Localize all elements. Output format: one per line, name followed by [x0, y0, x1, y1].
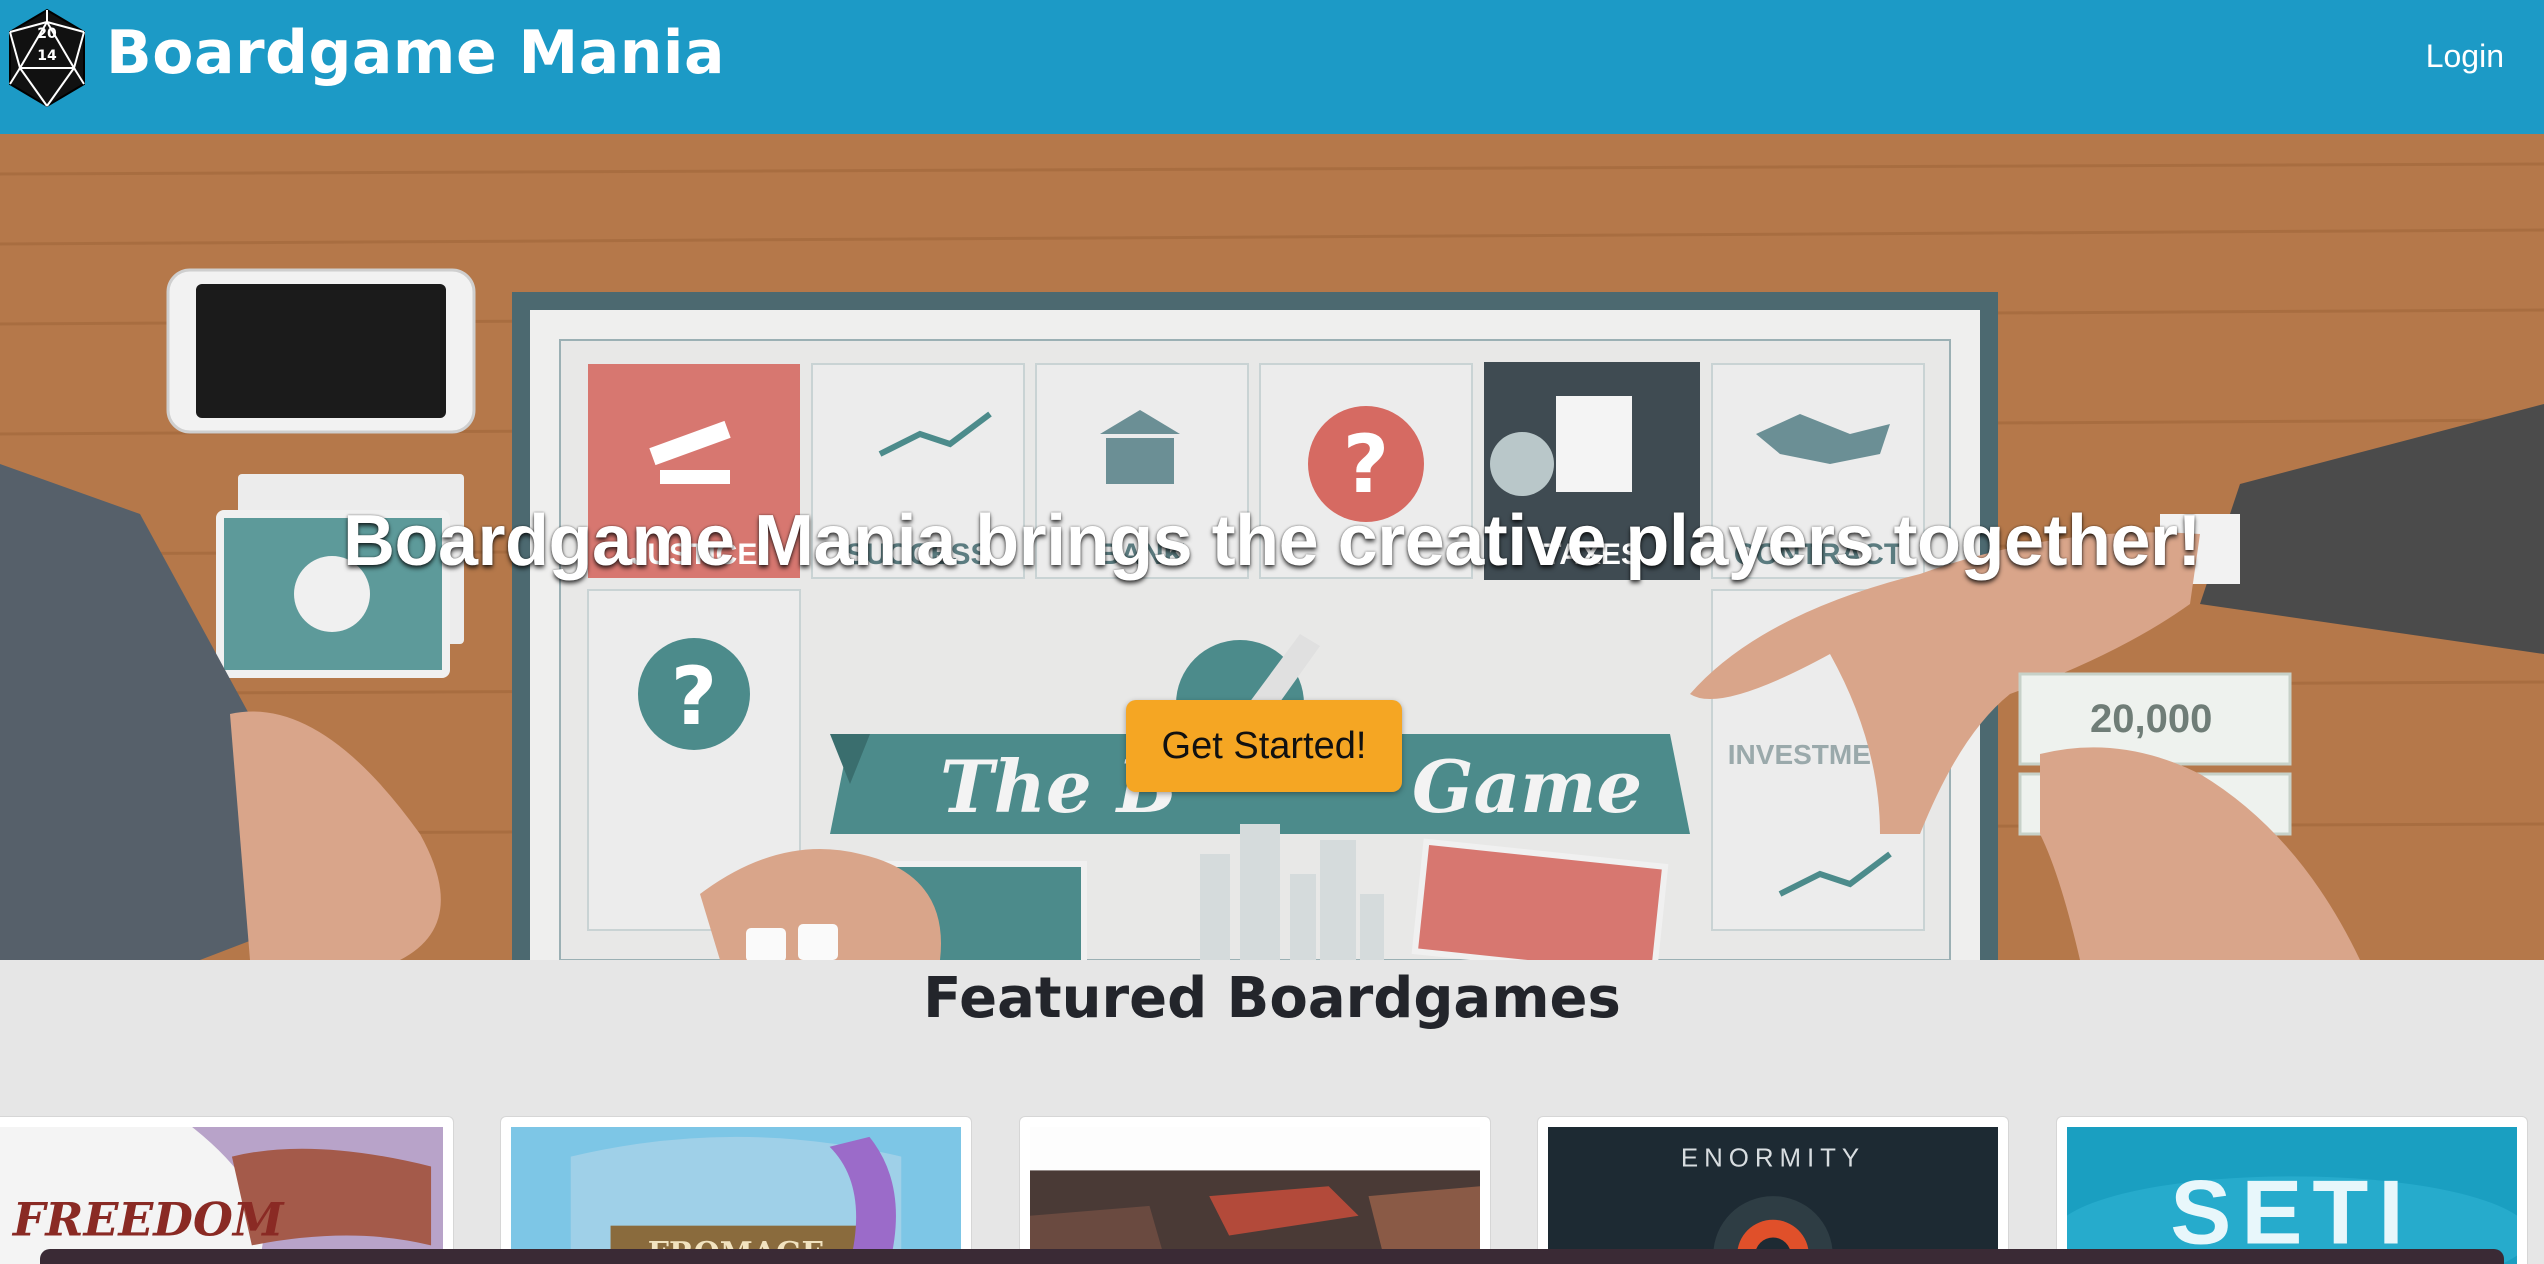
- svg-text:?: ?: [1343, 418, 1389, 511]
- featured-carousel[interactable]: FREEDOM FROMAGE: [0, 1116, 2544, 1264]
- enormity-thumb-text: ENORMITY: [1681, 1145, 1865, 1173]
- game-thumbnail[interactable]: FREEDOM: [0, 1127, 443, 1264]
- featured-section-title: Featured Boardgames: [923, 966, 1621, 1031]
- game-thumbnail[interactable]: FROMAGE: [511, 1127, 961, 1264]
- site-header: 20 14 Boardgame Mania Login: [0, 0, 2544, 134]
- game-thumbnail[interactable]: [1030, 1127, 1480, 1264]
- brand-title[interactable]: Boardgame Mania: [106, 18, 725, 88]
- freedom-thumb-text: FREEDOM: [11, 1193, 285, 1247]
- game-card[interactable]: FROMAGE: [500, 1116, 972, 1264]
- game-card[interactable]: ENORMITY: [1537, 1116, 2009, 1264]
- game-card[interactable]: [1019, 1116, 1491, 1264]
- hero-banner: ? JUSTICE SUCCESS BANK TAXES CONTRACT ? …: [0, 134, 2544, 960]
- get-started-button[interactable]: Get Started!: [1126, 700, 1402, 792]
- logo-die-center-number: 14: [37, 48, 57, 64]
- login-link[interactable]: Login: [2426, 38, 2504, 75]
- d20-logo-icon[interactable]: 20 14: [6, 8, 88, 108]
- logo-die-top-number: 20: [37, 26, 57, 42]
- game-thumbnail[interactable]: ENORMITY: [1548, 1127, 1998, 1264]
- board-banner-end-text: Game: [1412, 744, 1642, 829]
- game-card[interactable]: FREEDOM: [0, 1116, 454, 1264]
- browser-dock-edge: [40, 1249, 2504, 1264]
- game-thumbnail[interactable]: SETI: [2067, 1127, 2517, 1264]
- svg-text:?: ?: [671, 650, 717, 743]
- money-note-value: 20,000: [2090, 697, 2212, 741]
- hero-headline: Boardgame Mania brings the creative play…: [342, 501, 2202, 581]
- game-card[interactable]: SETI: [2056, 1116, 2528, 1264]
